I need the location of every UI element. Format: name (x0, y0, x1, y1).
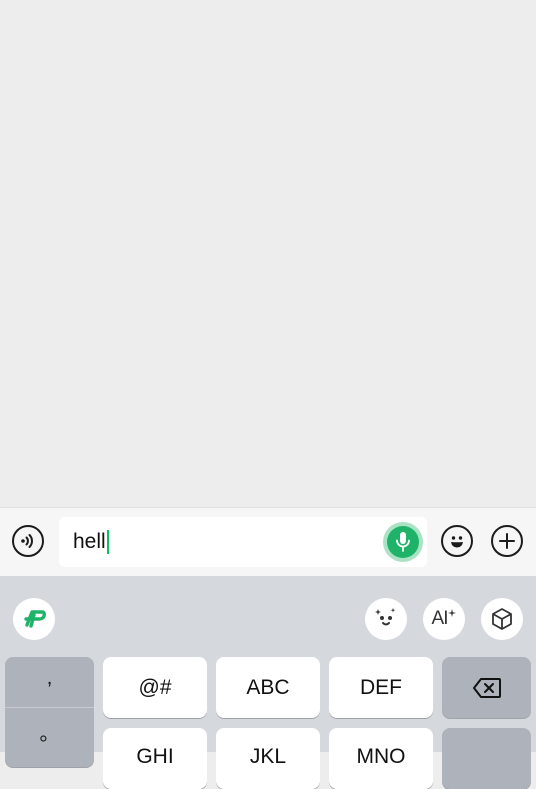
backspace-icon (472, 677, 501, 698)
keyboard-logo-button[interactable] (13, 598, 55, 640)
smart-expression-button[interactable] (365, 598, 407, 640)
backspace-key[interactable] (442, 657, 531, 718)
keyboard-toolbar: AI (0, 576, 536, 656)
keyboard: AI , 。 @# ABC DEF GHI JKL MNO (0, 576, 536, 789)
message-input-value: hell (73, 530, 106, 553)
emoji-button[interactable] (441, 525, 473, 557)
plus-icon (499, 533, 515, 549)
chat-message-area (0, 0, 536, 507)
key-mno[interactable]: MNO (329, 728, 433, 789)
cube-icon (492, 608, 512, 630)
more-options-button[interactable] (491, 525, 523, 557)
smart-face-icon (375, 608, 396, 626)
key-ghi[interactable]: GHI (103, 728, 207, 789)
key-clear[interactable] (442, 728, 531, 789)
text-caret (106, 530, 109, 554)
punctuation-key-column: , 。 (5, 657, 94, 767)
punctuation-divider (5, 707, 94, 708)
key-symbols[interactable]: @# (103, 657, 207, 718)
voice-wave-icon (21, 534, 33, 548)
mic-icon (396, 532, 410, 552)
key-def[interactable]: DEF (329, 657, 433, 718)
voice-input-button[interactable] (12, 525, 44, 557)
keyboard-logo-icon (24, 610, 46, 628)
mic-button[interactable] (383, 522, 423, 562)
ai-writing-button[interactable]: AI (423, 598, 465, 640)
ai-writing-label: AI (431, 608, 449, 629)
punctuation-comma-key[interactable]: , (5, 667, 94, 690)
key-jkl[interactable]: JKL (216, 728, 320, 789)
smiley-icon (451, 536, 463, 548)
punctuation-period-key[interactable]: 。 (5, 717, 94, 746)
mini-program-button[interactable] (481, 598, 523, 640)
message-input[interactable]: hell (59, 517, 427, 567)
chat-input-bar: hell (0, 507, 536, 576)
key-abc[interactable]: ABC (216, 657, 320, 718)
ai-sparkle-icon (448, 609, 457, 617)
